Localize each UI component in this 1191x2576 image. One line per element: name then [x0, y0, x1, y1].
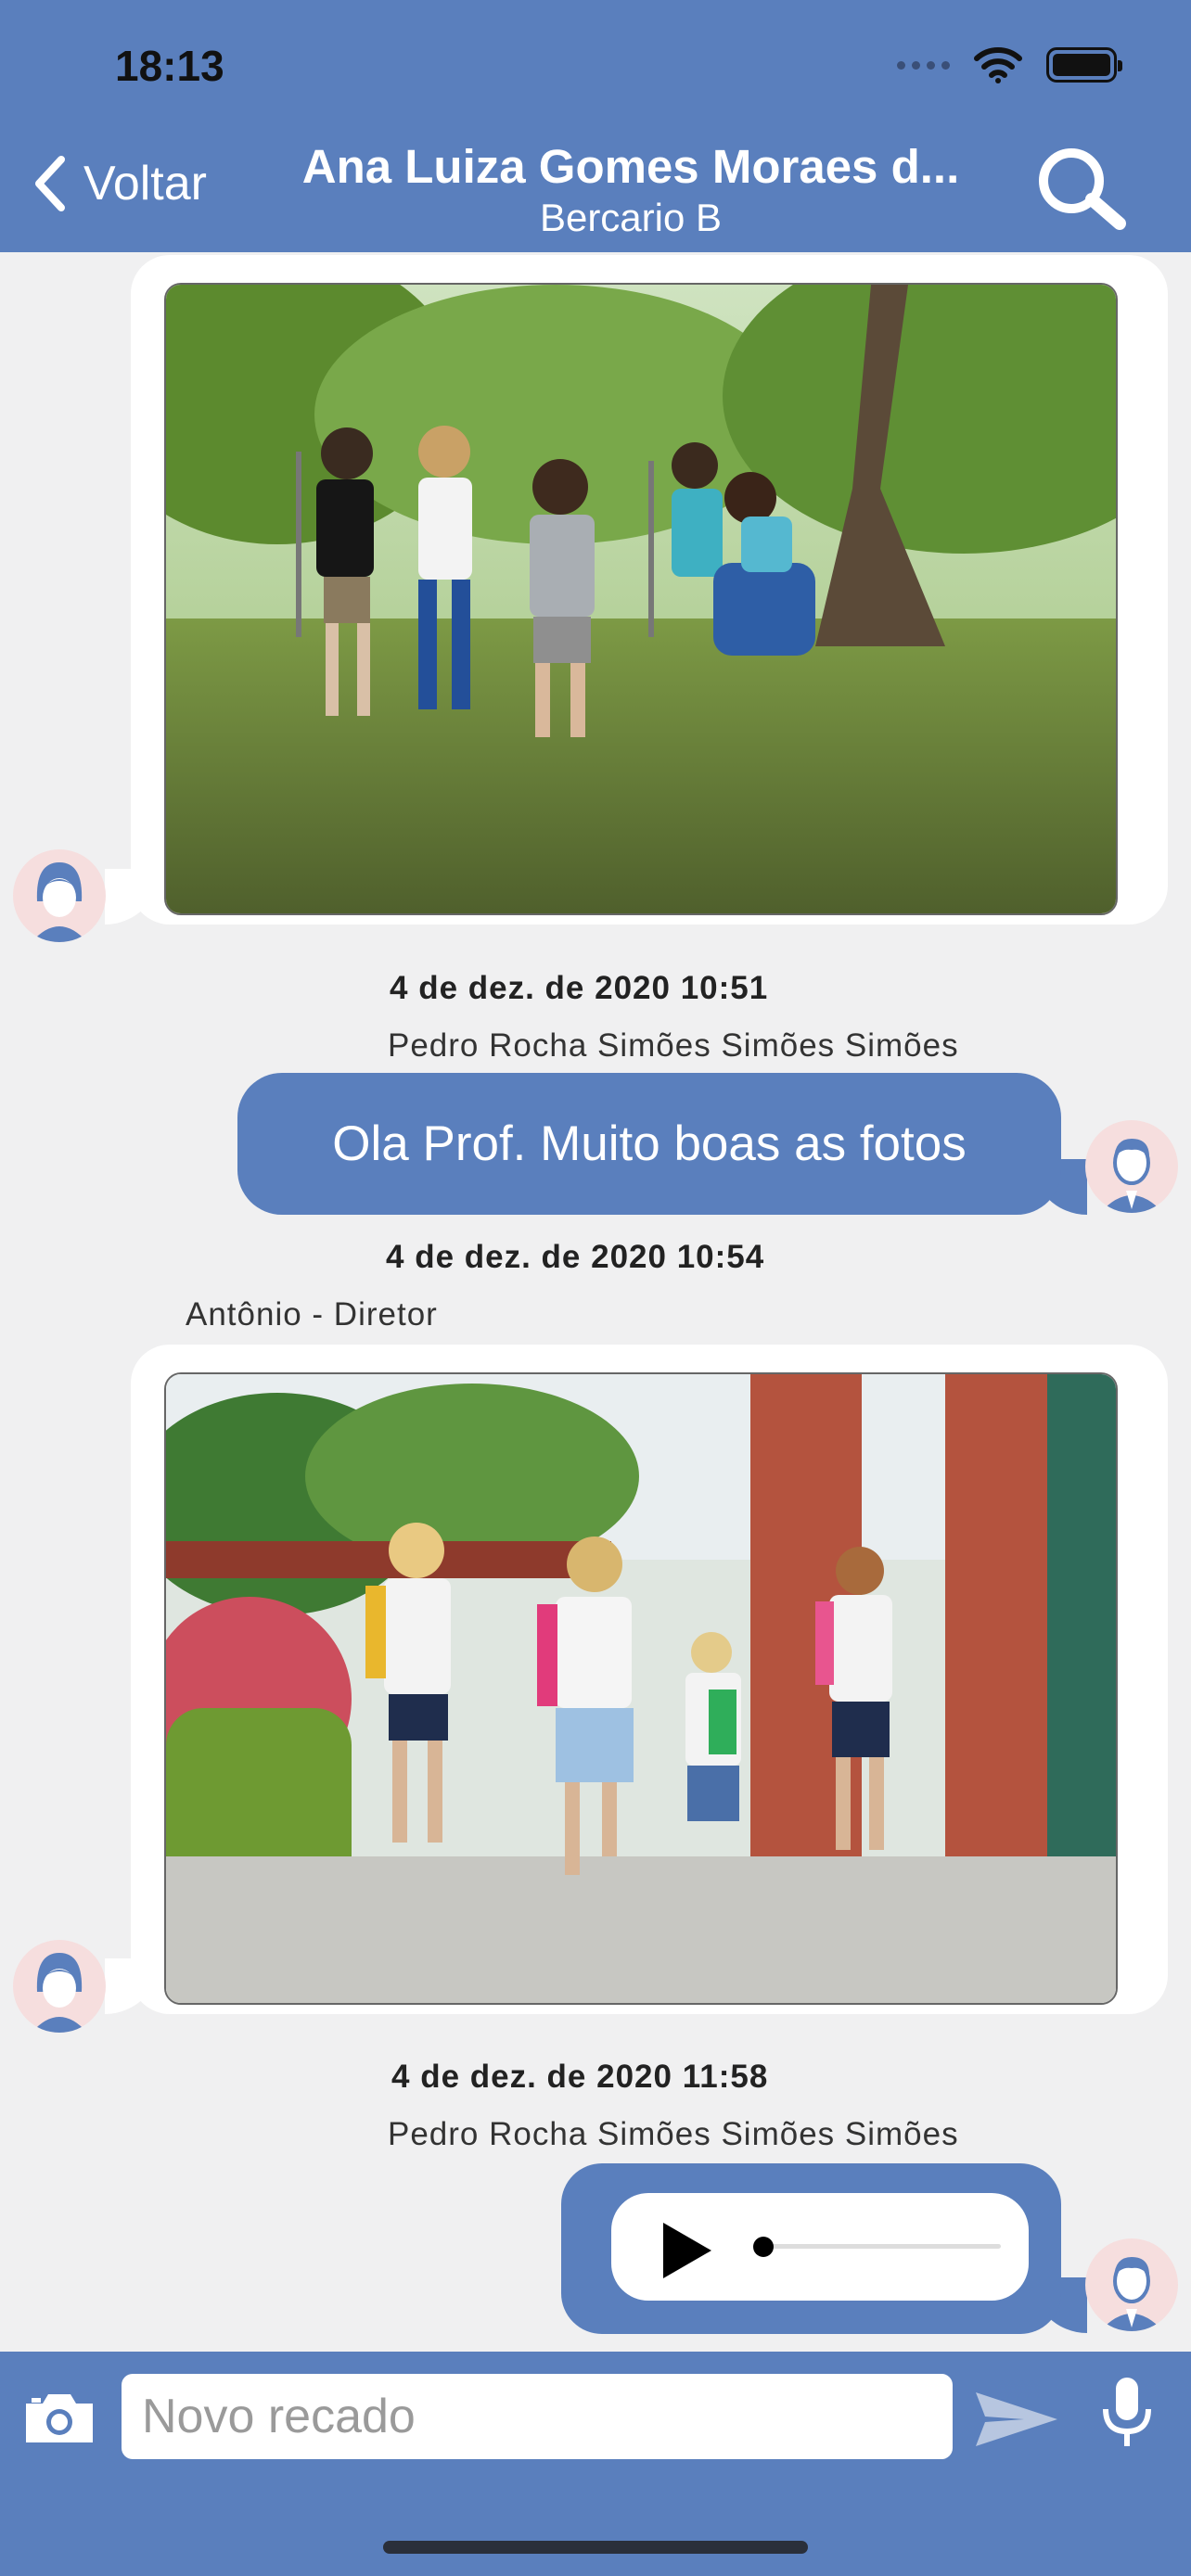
message-timestamp: 4 de dez. de 2020 11:58	[391, 2059, 769, 2095]
photo-kids-park[interactable]	[164, 283, 1118, 915]
female-avatar-icon	[32, 862, 87, 942]
send-button[interactable]	[972, 2387, 1061, 2455]
composer-bar	[0, 2352, 1191, 2576]
wifi-icon	[974, 47, 1022, 83]
play-icon[interactable]	[663, 2223, 711, 2278]
battery-icon	[1046, 47, 1122, 83]
back-button[interactable]: Voltar	[33, 156, 207, 211]
camera-icon	[26, 2394, 93, 2442]
outgoing-text-message[interactable]: Ola Prof. Muito boas as fotos	[237, 1073, 1061, 1215]
male-avatar-icon	[1100, 2257, 1163, 2331]
outgoing-audio-message	[561, 2163, 1061, 2334]
navigation-header: 18:13 Voltar Ana Luiza Gomes Moraes d...…	[0, 0, 1191, 252]
search-icon	[1039, 148, 1126, 230]
message-sender: Pedro Rocha Simões Simões Simões	[388, 1027, 959, 1064]
status-time: 18:13	[115, 42, 224, 90]
class-name: Bercario B	[539, 196, 723, 239]
photo-kids-school[interactable]	[164, 1372, 1118, 2005]
camera-button[interactable]	[22, 2389, 96, 2452]
avatar-parent	[1085, 2238, 1178, 2331]
incoming-image-message[interactable]	[105, 1345, 1168, 2014]
female-avatar-icon	[32, 1953, 87, 2033]
microphone-icon	[1103, 2378, 1151, 2446]
audio-progress-thumb[interactable]	[753, 2237, 774, 2257]
signal-icon	[897, 60, 950, 70]
avatar-teacher	[13, 849, 106, 942]
audio-player	[611, 2193, 1029, 2301]
search-button[interactable]	[1034, 144, 1136, 236]
message-sender: Pedro Rocha Simões Simões Simões	[388, 2116, 959, 2152]
avatar-parent	[1085, 1120, 1178, 1213]
status-icons	[897, 46, 1122, 83]
chat-title: Ana Luiza Gomes Moraes d... Bercario B	[250, 139, 1011, 240]
incoming-image-message[interactable]	[105, 255, 1168, 925]
microphone-button[interactable]	[1095, 2374, 1159, 2455]
avatar-teacher	[13, 1940, 106, 2033]
back-label: Voltar	[83, 157, 207, 210]
male-avatar-icon	[1100, 1139, 1163, 1213]
contact-name: Ana Luiza Gomes Moraes d...	[301, 140, 960, 193]
message-timestamp: 4 de dez. de 2020 10:54	[386, 1239, 765, 1275]
send-icon	[976, 2392, 1057, 2446]
message-sender: Antônio - Diretor	[186, 1296, 438, 1333]
message-text: Ola Prof. Muito boas as fotos	[332, 1116, 967, 1171]
home-indicator	[383, 2541, 808, 2554]
chevron-left-icon	[35, 156, 65, 211]
message-timestamp: 4 de dez. de 2020 10:51	[390, 970, 769, 1006]
audio-progress-track[interactable]	[760, 2244, 1001, 2249]
message-input[interactable]	[122, 2374, 953, 2459]
